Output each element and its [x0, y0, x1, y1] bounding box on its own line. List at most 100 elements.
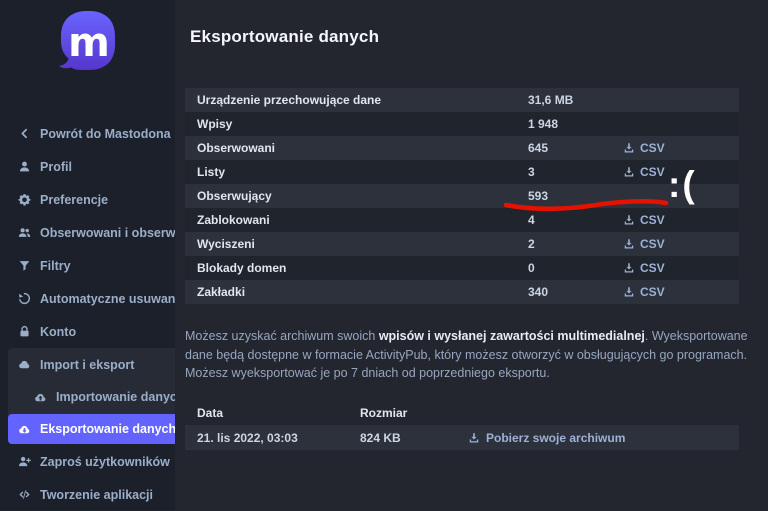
sidebar-item-tworzenie-aplikacji[interactable]: Tworzenie aplikacji	[0, 478, 175, 511]
download-archive-link[interactable]: Pobierz swoje archiwum	[468, 431, 625, 445]
stat-label: Obserwujący	[185, 189, 272, 203]
sidebar-item-label: Obserwowani i obserwujący	[40, 226, 175, 240]
sidebar-item-importowanie-danych[interactable]: Importowanie danych	[8, 381, 175, 413]
export-table-row: Wpisy 1 948	[185, 112, 739, 136]
sidebar-item-label: Tworzenie aplikacji	[40, 488, 153, 502]
export-table-row: Blokady domen 0 CSV	[185, 256, 739, 280]
user-icon	[18, 160, 31, 173]
cloud-download-icon	[18, 423, 31, 436]
stat-label: Obserwowani	[185, 141, 275, 155]
stat-value: 340	[528, 285, 548, 299]
mastodon-logo-icon[interactable]: m	[56, 9, 120, 81]
mastodon-settings-window: m Powrót do Mastodona Profil Preferencje Ob…	[0, 0, 768, 510]
csv-link-label: CSV	[640, 237, 665, 251]
download-icon	[623, 286, 635, 298]
stat-label: Zablokowani	[185, 213, 270, 227]
csv-download-link[interactable]: CSV	[623, 141, 665, 155]
csv-link-label: CSV	[640, 165, 665, 179]
csv-link-label: CSV	[640, 213, 665, 227]
sidebar-item-label: Powrót do Mastodona	[40, 127, 171, 141]
archive-date: 21. lis 2022, 03:03	[197, 431, 298, 445]
download-icon	[623, 142, 635, 154]
stat-label: Listy	[185, 165, 225, 179]
cloud-upload-icon	[34, 391, 47, 404]
gear-icon	[18, 193, 31, 206]
csv-download-link[interactable]: CSV	[623, 213, 665, 227]
csv-link-label: CSV	[640, 285, 665, 299]
user-plus-icon	[18, 455, 31, 468]
export-description: Możesz uzyskać archiwum swoich wpisów i …	[185, 327, 751, 383]
csv-download-link[interactable]: CSV	[623, 165, 665, 179]
stat-value: 593	[528, 189, 548, 203]
archive-table-row: 21. lis 2022, 03:03 824 KB Pobierz swoje…	[185, 425, 739, 450]
download-icon	[623, 262, 635, 274]
csv-link-label: CSV	[640, 141, 665, 155]
sidebar-item-import-i-eksport[interactable]: Import i eksport	[8, 348, 175, 381]
filter-icon	[18, 259, 31, 272]
sidebar-item-powrót-do-mastodona[interactable]: Powrót do Mastodona	[0, 117, 175, 150]
sidebar-item-eksportowanie-danych[interactable]: Eksportowanie danych	[8, 414, 175, 444]
stat-value: 4	[528, 213, 535, 227]
export-stats-table: Urządzenie przechowujące dane 31,6 MB Wpis…	[185, 88, 739, 304]
sidebar-item-label: Profil	[40, 160, 72, 174]
sidebar-item-filtry[interactable]: Filtry	[0, 249, 175, 282]
export-table-row: Wyciszeni 2 CSV	[185, 232, 739, 256]
description-text: Możesz uzyskać archiwum swoich	[185, 329, 379, 343]
stat-value: 2	[528, 237, 535, 251]
sidebar-item-label: Konto	[40, 325, 76, 339]
sidebar-item-label: Filtry	[40, 259, 71, 273]
page-title: Eksportowanie danych	[190, 27, 379, 47]
sidebar-nav: Powrót do Mastodona Profil Preferencje Obse…	[0, 117, 175, 511]
column-header-size: Rozmiar	[360, 406, 407, 420]
import-export-group: Import i eksport Importowanie danych Ekspo…	[8, 348, 175, 444]
sidebar-item-preferencje[interactable]: Preferencje	[0, 183, 175, 216]
chevron-left-icon	[18, 127, 31, 140]
lock-icon	[18, 325, 31, 338]
sidebar-item-label: Importowanie danych	[56, 390, 175, 404]
sidebar-item-automatyczne-usuwanie-pos[interactable]: Automatyczne usuwanie pos…	[0, 282, 175, 315]
download-archive-label: Pobierz swoje archiwum	[486, 431, 625, 445]
stat-value: 645	[528, 141, 548, 155]
cloud-icon	[18, 358, 31, 371]
sidebar-item-label: Import i eksport	[40, 358, 134, 372]
stat-label: Blokady domen	[185, 261, 286, 275]
stat-value: 1 948	[528, 117, 558, 131]
download-icon	[468, 432, 480, 444]
download-icon	[623, 238, 635, 250]
stat-value: 31,6 MB	[528, 93, 573, 107]
download-icon	[623, 166, 635, 178]
export-table-row: Zakładki 340 CSV	[185, 280, 739, 304]
sidebar-item-konto[interactable]: Konto	[0, 315, 175, 348]
csv-link-label: CSV	[640, 261, 665, 275]
archive-table-header: Data Rozmiar	[185, 400, 739, 425]
svg-text:m: m	[68, 20, 110, 66]
stat-label: Urządzenie przechowujące dane	[185, 93, 381, 107]
export-table-row: Obserwowani 645 CSV	[185, 136, 739, 160]
users-icon	[18, 226, 31, 239]
export-table-row: Urządzenie przechowujące dane 31,6 MB	[185, 88, 739, 112]
csv-download-link[interactable]: CSV	[623, 261, 665, 275]
stat-label: Wyciszeni	[185, 237, 255, 251]
description-bold-text: wpisów i wysłanej zawartości multimedial…	[379, 329, 645, 343]
sidebar-item-label: Zaproś użytkowników	[40, 455, 170, 469]
archive-size: 824 KB	[360, 431, 401, 445]
history-icon	[18, 292, 31, 305]
stat-label: Zakładki	[185, 285, 245, 299]
export-table-row: Zablokowani 4 CSV	[185, 208, 739, 232]
code-icon	[18, 488, 31, 501]
stat-label: Wpisy	[185, 117, 232, 131]
sidebar: m Powrót do Mastodona Profil Preferencje Ob…	[0, 0, 175, 510]
main-content: Eksportowanie danych Urządzenie przechow…	[175, 0, 768, 510]
sidebar-item-profil[interactable]: Profil	[0, 150, 175, 183]
archive-table: Data Rozmiar 21. lis 2022, 03:03 824 KB …	[185, 400, 739, 450]
export-table-row: Listy 3 CSV	[185, 160, 739, 184]
csv-download-link[interactable]: CSV	[623, 285, 665, 299]
sidebar-item-label: Preferencje	[40, 193, 108, 207]
csv-download-link[interactable]: CSV	[623, 237, 665, 251]
sidebar-item-zaproś-użytkowników[interactable]: Zaproś użytkowników	[0, 445, 175, 478]
stat-value: 3	[528, 165, 535, 179]
download-icon	[623, 214, 635, 226]
sidebar-item-obserwowani-i-obserwujący[interactable]: Obserwowani i obserwujący	[0, 216, 175, 249]
column-header-date: Data	[197, 406, 223, 420]
stat-value: 0	[528, 261, 535, 275]
